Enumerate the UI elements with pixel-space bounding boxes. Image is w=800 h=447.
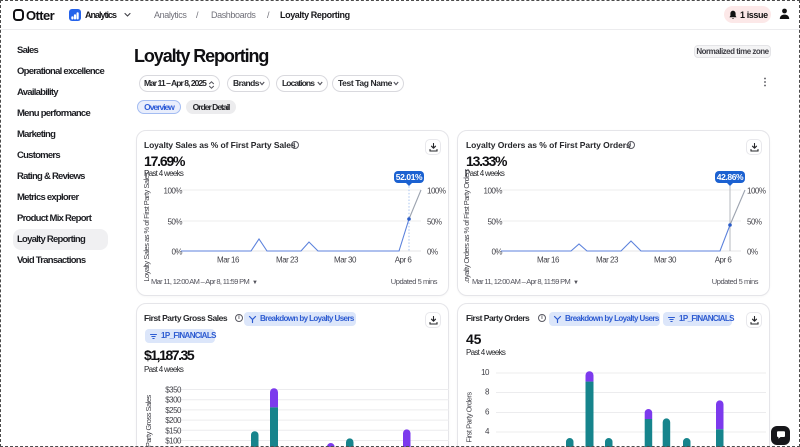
svg-text:100%: 100%	[427, 187, 446, 196]
svg-text:0%: 0%	[491, 248, 502, 257]
svg-text:$150: $150	[165, 426, 182, 435]
svg-text:First Party Gross Sales: First Party Gross Sales	[144, 394, 153, 447]
svg-text:8: 8	[485, 388, 490, 397]
svg-text:$200: $200	[165, 416, 182, 425]
svg-text:100%: 100%	[164, 187, 183, 196]
svg-text:Mar 30: Mar 30	[654, 256, 677, 265]
svg-text:10: 10	[481, 368, 490, 377]
svg-text:Mar 16: Mar 16	[537, 256, 560, 265]
svg-text:100%: 100%	[484, 187, 503, 196]
svg-text:Mar 16: Mar 16	[217, 256, 240, 265]
svg-text:Loyalty Orders as % of First P: Loyalty Orders as % of First Party Order…	[462, 169, 471, 283]
svg-text:0%: 0%	[747, 248, 758, 257]
svg-text:0%: 0%	[427, 248, 438, 257]
svg-text:50%: 50%	[167, 218, 182, 227]
svg-text:100%: 100%	[747, 187, 766, 196]
svg-text:$100: $100	[165, 437, 182, 446]
svg-text:First Party Orders: First Party Orders	[465, 392, 474, 443]
svg-text:0%: 0%	[171, 248, 182, 257]
svg-text:Mar 23: Mar 23	[276, 256, 299, 265]
svg-text:Apr 6: Apr 6	[715, 256, 733, 265]
svg-text:50%: 50%	[427, 218, 442, 227]
svg-text:$350: $350	[165, 386, 182, 395]
svg-text:6: 6	[485, 408, 490, 417]
svg-text:Mar 30: Mar 30	[334, 256, 357, 265]
svg-text:Loyalty Sales as % of First Pa: Loyalty Sales as % of First Party Sales	[142, 172, 151, 282]
svg-text:50%: 50%	[487, 218, 502, 227]
svg-text:Mar 23: Mar 23	[596, 256, 619, 265]
svg-text:Apr 6: Apr 6	[395, 256, 413, 265]
svg-text:50%: 50%	[747, 218, 762, 227]
svg-text:$300: $300	[165, 396, 182, 405]
svg-text:4: 4	[485, 427, 490, 436]
svg-text:$250: $250	[165, 406, 182, 415]
